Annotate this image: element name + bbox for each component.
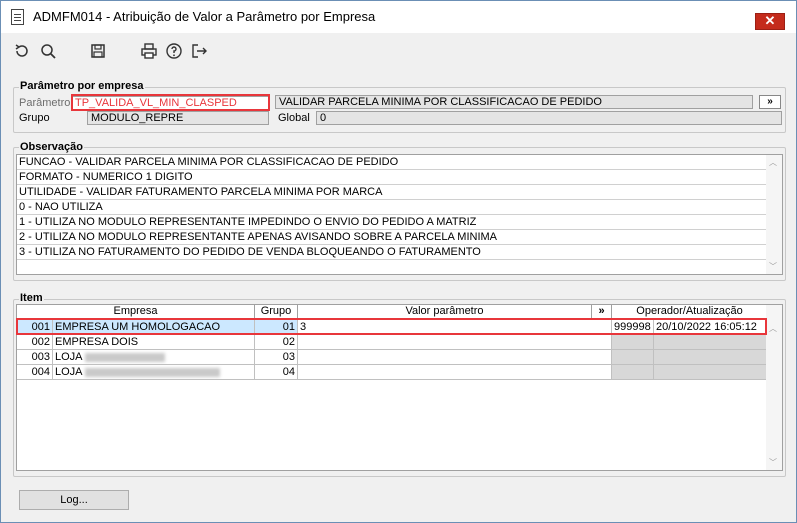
row-4-valor[interactable] [298, 365, 612, 380]
save-icon[interactable] [89, 42, 107, 60]
observacao-line: 1 - UTILIZA NO MODULO REPRESENTANTE IMPE… [17, 215, 768, 230]
scroll-down-icon[interactable]: ﹀ [769, 261, 777, 272]
close-button[interactable]: ✕ [755, 13, 785, 30]
title-bar: ADMFM014 - Atribuição de Valor a Parâmet… [1, 1, 796, 33]
scroll-up-icon[interactable]: ︿ [769, 323, 777, 334]
observacao-line: 2 - UTILIZA NO MODULO REPRESENTANTE APEN… [17, 230, 768, 245]
observacao-group-title: Observação [19, 141, 84, 153]
descricao-field: VALIDAR PARCELA MINIMA POR CLASSIFICACAO… [275, 95, 753, 109]
observacao-line: 3 - UTILIZA NO FATURAMENTO DO PEDIDO DE … [17, 245, 768, 260]
header-empresa[interactable]: Empresa [17, 305, 255, 319]
row-3-valor[interactable] [298, 350, 612, 365]
row-3-grupo[interactable]: 03 [255, 350, 298, 365]
observacao-line: FUNCAO - VALIDAR PARCELA MINIMA POR CLAS… [17, 155, 768, 170]
global-field: 0 [316, 111, 782, 125]
row-2-codigo[interactable]: 002 [17, 335, 53, 350]
main-window: ADMFM014 - Atribuição de Valor a Parâmet… [0, 0, 797, 523]
more-button[interactable]: » [759, 95, 781, 109]
row-2-atualizacao [654, 335, 768, 350]
parametro-group-title: Parâmetro por empresa [19, 80, 145, 92]
observacao-line: FORMATO - NUMERICO 1 DIGITO [17, 170, 768, 185]
row-1-highlight [16, 318, 767, 335]
header-more-button[interactable]: » [592, 305, 612, 319]
document-icon [11, 9, 24, 25]
row-4-empresa[interactable]: LOJA [53, 365, 255, 380]
row-3-empresa-text: LOJA [55, 351, 82, 363]
parametro-highlight [71, 94, 270, 111]
redacted-text [84, 352, 165, 362]
item-group-title: Item [19, 292, 44, 304]
header-grupo[interactable]: Grupo [255, 305, 298, 319]
observacao-line: 0 - NAO UTILIZA [17, 200, 768, 215]
redacted-text [84, 367, 220, 377]
row-4-grupo[interactable]: 04 [255, 365, 298, 380]
row-2-valor[interactable] [298, 335, 612, 350]
row-4-codigo[interactable]: 004 [17, 365, 53, 380]
grupo-field: MODULO_REPRE [87, 111, 269, 125]
toolbar [9, 39, 309, 63]
row-2-empresa[interactable]: EMPRESA DOIS [53, 335, 255, 350]
observacao-text[interactable]: FUNCAO - VALIDAR PARCELA MINIMA POR CLAS… [16, 154, 783, 275]
window-title: ADMFM014 - Atribuição de Valor a Parâmet… [33, 9, 376, 24]
search-icon[interactable] [39, 42, 57, 60]
scroll-up-icon[interactable]: ︿ [769, 157, 777, 168]
header-operador[interactable]: Operador/Atualização [612, 305, 768, 319]
row-3-operador [612, 350, 654, 365]
help-icon[interactable] [165, 42, 183, 60]
exit-icon[interactable] [190, 42, 208, 60]
item-scrollbar[interactable]: ︿ ﹀ [766, 305, 782, 470]
row-4-atualizacao [654, 365, 768, 380]
row-2-grupo[interactable]: 02 [255, 335, 298, 350]
row-3-codigo[interactable]: 003 [17, 350, 53, 365]
refresh-icon[interactable] [13, 42, 31, 60]
row-3-empresa[interactable]: LOJA [53, 350, 255, 365]
row-2-operador [612, 335, 654, 350]
header-valor[interactable]: Valor parâmetro [298, 305, 592, 319]
row-4-operador [612, 365, 654, 380]
grupo-label: Grupo [19, 112, 50, 124]
global-label: Global [278, 112, 310, 124]
observacao-scrollbar[interactable]: ︿ ﹀ [766, 155, 782, 274]
print-icon[interactable] [140, 42, 158, 60]
row-4-empresa-text: LOJA [55, 366, 82, 378]
log-button[interactable]: Log... [19, 490, 129, 510]
parametro-label: Parâmetro [19, 97, 71, 109]
scroll-down-icon[interactable]: ﹀ [769, 457, 777, 468]
observacao-line: UTILIDADE - VALIDAR FATURAMENTO PARCELA … [17, 185, 768, 200]
row-3-atualizacao [654, 350, 768, 365]
